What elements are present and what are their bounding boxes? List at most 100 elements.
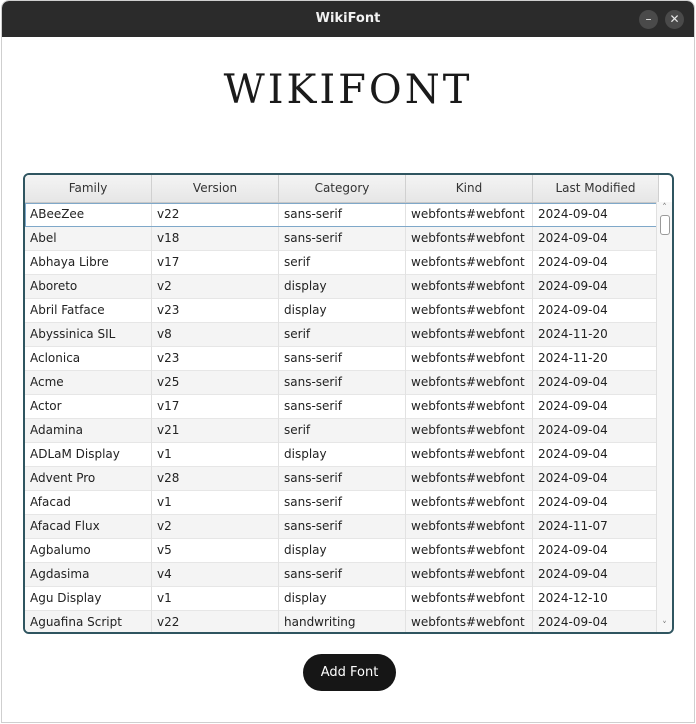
category-cell: display: [279, 587, 406, 611]
category-cell: sans-serif: [279, 515, 406, 539]
family-cell: ABeeZee: [25, 203, 152, 227]
version-cell: v4: [152, 563, 279, 587]
column-header-category[interactable]: Category: [279, 175, 406, 202]
kind-cell: webfonts#webfont: [406, 395, 533, 419]
table-row[interactable]: Afacad Flux v2 sans-serif webfonts#webfont 2…: [25, 515, 659, 539]
table-row[interactable]: Abel v18 sans-serif webfonts#webfont 2024-09…: [25, 227, 659, 251]
kind-cell: webfonts#webfont: [406, 563, 533, 587]
table-row[interactable]: Aboreto v2 display webfonts#webfont 2024-09-…: [25, 275, 659, 299]
scroll-down-icon[interactable]: ˅: [657, 620, 672, 632]
table-row[interactable]: Abhaya Libre v17 serif webfonts#webfont 2024…: [25, 251, 659, 275]
category-cell: sans-serif: [279, 371, 406, 395]
kind-cell: webfonts#webfont: [406, 515, 533, 539]
column-header-kind[interactable]: Kind: [406, 175, 533, 202]
version-cell: v1: [152, 443, 279, 467]
kind-cell: webfonts#webfont: [406, 203, 533, 227]
close-button[interactable]: ✕: [665, 10, 684, 29]
table-row[interactable]: Aguafina Script v22 handwriting webfonts#we…: [25, 611, 659, 632]
family-cell: Afacad: [25, 491, 152, 515]
table-row[interactable]: Actor v17 sans-serif webfonts#webfont 2024-0…: [25, 395, 659, 419]
last-modified-cell: 2024-09-04: [533, 203, 659, 227]
minimize-button[interactable]: –: [639, 10, 658, 29]
version-cell: v2: [152, 515, 279, 539]
family-cell: Abril Fatface: [25, 299, 152, 323]
last-modified-cell: 2024-09-04: [533, 443, 659, 467]
app-logo-title: WIKIFONT: [223, 67, 473, 113]
category-cell: display: [279, 539, 406, 563]
kind-cell: webfonts#webfont: [406, 347, 533, 371]
category-cell: serif: [279, 419, 406, 443]
version-cell: v2: [152, 275, 279, 299]
last-modified-cell: 2024-11-07: [533, 515, 659, 539]
fonts-table: Family Version Category Kind Last Modifi…: [23, 173, 674, 634]
column-header-family[interactable]: Family: [25, 175, 152, 202]
version-cell: v1: [152, 491, 279, 515]
table-row[interactable]: ADLaM Display v1 display webfonts#webfont 20…: [25, 443, 659, 467]
version-cell: v22: [152, 611, 279, 632]
family-cell: Advent Pro: [25, 467, 152, 491]
family-cell: Adamina: [25, 419, 152, 443]
table-row[interactable]: Agdasima v4 sans-serif webfonts#webfont 2024…: [25, 563, 659, 587]
table-row[interactable]: ABeeZee v22 sans-serif webfonts#webfont 2024…: [25, 203, 659, 227]
last-modified-cell: 2024-09-04: [533, 539, 659, 563]
last-modified-cell: 2024-09-04: [533, 275, 659, 299]
vertical-scrollbar[interactable]: ˄ ˅: [656, 202, 672, 632]
table-row[interactable]: Adamina v21 serif webfonts#webfont 2024-09-0…: [25, 419, 659, 443]
kind-cell: webfonts#webfont: [406, 299, 533, 323]
version-cell: v23: [152, 299, 279, 323]
kind-cell: webfonts#webfont: [406, 539, 533, 563]
category-cell: display: [279, 275, 406, 299]
version-cell: v22: [152, 203, 279, 227]
last-modified-cell: 2024-09-04: [533, 251, 659, 275]
table-row[interactable]: Advent Pro v28 sans-serif webfonts#webfont 2…: [25, 467, 659, 491]
kind-cell: webfonts#webfont: [406, 227, 533, 251]
version-cell: v17: [152, 251, 279, 275]
kind-cell: webfonts#webfont: [406, 251, 533, 275]
table-row[interactable]: Agu Display v1 display webfonts#webfont 2024…: [25, 587, 659, 611]
category-cell: serif: [279, 323, 406, 347]
scroll-up-icon[interactable]: ˄: [657, 202, 672, 214]
kind-cell: webfonts#webfont: [406, 467, 533, 491]
kind-cell: webfonts#webfont: [406, 275, 533, 299]
kind-cell: webfonts#webfont: [406, 611, 533, 632]
last-modified-cell: 2024-09-04: [533, 395, 659, 419]
category-cell: sans-serif: [279, 203, 406, 227]
version-cell: v25: [152, 371, 279, 395]
version-cell: v17: [152, 395, 279, 419]
table-body: ABeeZee v22 sans-serif webfonts#webfont 2024…: [25, 203, 659, 632]
version-cell: v18: [152, 227, 279, 251]
kind-cell: webfonts#webfont: [406, 491, 533, 515]
category-cell: sans-serif: [279, 395, 406, 419]
family-cell: Agbalumo: [25, 539, 152, 563]
family-cell: Abyssinica SIL: [25, 323, 152, 347]
family-cell: Abel: [25, 227, 152, 251]
family-cell: Actor: [25, 395, 152, 419]
family-cell: Aclonica: [25, 347, 152, 371]
category-cell: serif: [279, 251, 406, 275]
last-modified-cell: 2024-11-20: [533, 347, 659, 371]
table-row[interactable]: Acme v25 sans-serif webfonts#webfont 2024-09…: [25, 371, 659, 395]
scroll-thumb[interactable]: [660, 215, 670, 235]
version-cell: v1: [152, 587, 279, 611]
table-header: Family Version Category Kind Last Modifi…: [25, 175, 659, 203]
table-row[interactable]: Afacad v1 sans-serif webfonts#webfont 2024-0…: [25, 491, 659, 515]
table-row[interactable]: Aclonica v23 sans-serif webfonts#webfont 202…: [25, 347, 659, 371]
kind-cell: webfonts#webfont: [406, 587, 533, 611]
kind-cell: webfonts#webfont: [406, 323, 533, 347]
family-cell: Agu Display: [25, 587, 152, 611]
last-modified-cell: 2024-09-04: [533, 419, 659, 443]
table-row[interactable]: Abyssinica SIL v8 serif webfonts#webfont 202…: [25, 323, 659, 347]
family-cell: Aboreto: [25, 275, 152, 299]
family-cell: Aguafina Script: [25, 611, 152, 632]
table-row[interactable]: Agbalumo v5 display webfonts#webfont 2024-09…: [25, 539, 659, 563]
title-bar[interactable]: WikiFont – ✕: [2, 1, 694, 37]
family-cell: Abhaya Libre: [25, 251, 152, 275]
version-cell: v23: [152, 347, 279, 371]
column-header-last-modified[interactable]: Last Modified: [533, 175, 659, 202]
version-cell: v28: [152, 467, 279, 491]
add-font-button[interactable]: Add Font: [303, 654, 396, 691]
last-modified-cell: 2024-09-04: [533, 371, 659, 395]
version-cell: v21: [152, 419, 279, 443]
table-row[interactable]: Abril Fatface v23 display webfonts#webfont 2…: [25, 299, 659, 323]
column-header-version[interactable]: Version: [152, 175, 279, 202]
